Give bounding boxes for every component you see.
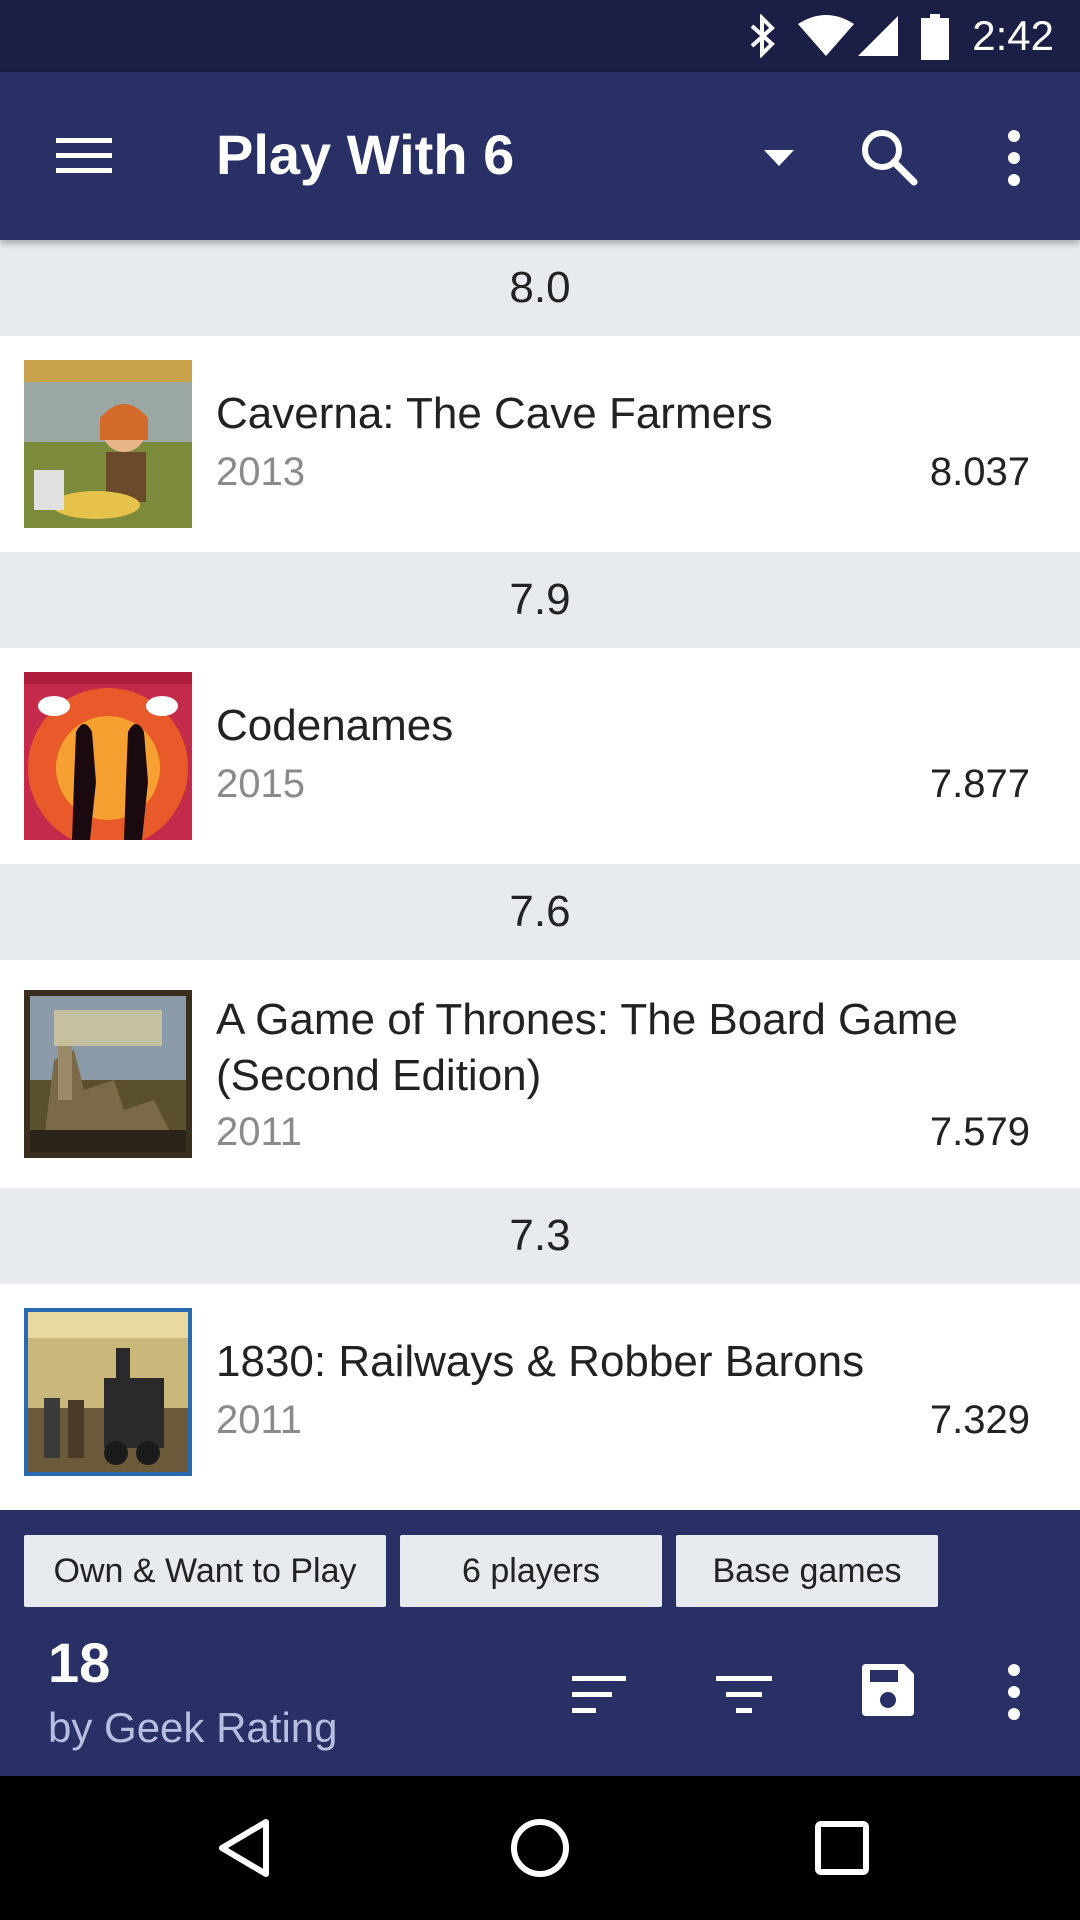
search-icon[interactable] bbox=[858, 126, 920, 188]
filter-chip-players[interactable]: 6 players bbox=[400, 1535, 662, 1607]
rating-section-header: 7.6 bbox=[0, 864, 1080, 960]
dropdown-arrow-icon[interactable] bbox=[762, 148, 796, 168]
rating-section-header: 7.9 bbox=[0, 552, 1080, 648]
game-year: 2015 bbox=[216, 762, 305, 806]
game-year: 2013 bbox=[216, 450, 305, 494]
status-time: 2:42 bbox=[972, 12, 1054, 59]
status-bar: 2:42 bbox=[0, 0, 1080, 72]
app-toolbar: Play With 6 bbox=[0, 72, 1080, 240]
game-thumbnail bbox=[24, 672, 192, 840]
filter-chip-base-games[interactable]: Base games bbox=[676, 1535, 938, 1607]
game-year: 2011 bbox=[216, 1110, 303, 1154]
game-rating: 7.579 bbox=[929, 1110, 1030, 1154]
game-thumbnail bbox=[24, 1308, 192, 1476]
bottom-panel: Own & Want to Play 6 players Base games … bbox=[0, 1510, 1080, 1776]
sort-icon[interactable] bbox=[570, 1674, 630, 1718]
game-thumbnail bbox=[24, 360, 192, 528]
game-row[interactable]: A Game of Thrones: The Board Game (Secon… bbox=[0, 960, 1080, 1188]
menu-icon[interactable] bbox=[54, 134, 114, 178]
game-name: A Game of Thrones: The Board Game (Secon… bbox=[216, 995, 958, 1100]
game-row[interactable]: 1830: Railways & Robber Barons 2011 7.32… bbox=[0, 1284, 1080, 1500]
home-icon[interactable] bbox=[508, 1816, 572, 1880]
bluetooth-icon bbox=[750, 14, 775, 58]
game-name: Caverna: The Cave Farmers bbox=[216, 389, 773, 438]
overflow-menu-icon[interactable] bbox=[1000, 1662, 1028, 1722]
back-icon[interactable] bbox=[214, 1816, 274, 1880]
filter-chip-collection[interactable]: Own & Want to Play bbox=[24, 1535, 386, 1607]
rating-section-header: 7.3 bbox=[0, 1188, 1080, 1284]
sort-description: by Geek Rating bbox=[48, 1704, 338, 1751]
game-list[interactable]: 8.0 Caverna: The Cave Farmers 2013 8.037… bbox=[0, 240, 1080, 1510]
result-count: 18 bbox=[48, 1631, 111, 1694]
cell-signal-icon bbox=[858, 16, 898, 56]
game-name: 1830: Railways & Robber Barons bbox=[216, 1337, 865, 1386]
filter-icon[interactable] bbox=[714, 1674, 774, 1718]
wifi-icon bbox=[798, 15, 854, 56]
game-rating: 7.329 bbox=[929, 1398, 1030, 1442]
rating-section-header: 8.0 bbox=[0, 240, 1080, 336]
system-nav-bar bbox=[0, 1776, 1080, 1920]
game-rating: 8.037 bbox=[929, 450, 1030, 494]
page-title[interactable]: Play With 6 bbox=[216, 122, 514, 188]
battery-icon bbox=[921, 14, 949, 60]
game-thumbnail bbox=[24, 990, 192, 1158]
game-name: Codenames bbox=[216, 701, 454, 750]
game-rating: 7.877 bbox=[929, 762, 1030, 806]
game-year: 2011 bbox=[216, 1398, 303, 1442]
game-row[interactable]: Codenames 2015 7.877 bbox=[0, 648, 1080, 864]
overflow-menu-icon[interactable] bbox=[1000, 128, 1028, 188]
recents-icon[interactable] bbox=[814, 1820, 870, 1876]
game-row[interactable]: Caverna: The Cave Farmers 2013 8.037 bbox=[0, 336, 1080, 552]
save-icon[interactable] bbox=[860, 1662, 916, 1718]
